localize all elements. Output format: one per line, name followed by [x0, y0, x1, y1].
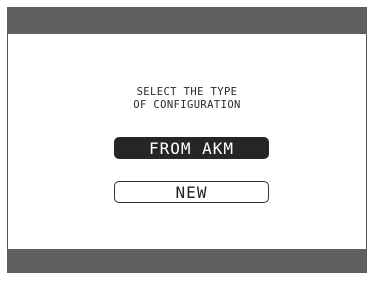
from-akm-label: FROM AKM	[148, 138, 235, 158]
new-label: NEW	[175, 182, 208, 202]
top-bar	[7, 7, 367, 34]
frame-border-left	[7, 34, 8, 249]
display-frame: SELECT THE TYPE OF CONFIGURATION FROM AK…	[7, 7, 367, 273]
configuration-prompt: SELECT THE TYPE OF CONFIGURATION	[7, 86, 367, 112]
prompt-line-1: SELECT THE TYPE	[136, 86, 238, 98]
prompt-line-2: OF CONFIGURATION	[133, 99, 241, 111]
display-screen: SELECT THE TYPE OF CONFIGURATION FROM AK…	[0, 0, 374, 282]
new-button[interactable]: NEW	[114, 181, 269, 203]
frame-border-right	[366, 34, 367, 249]
bottom-bar	[7, 249, 367, 273]
from-akm-button[interactable]: FROM AKM	[114, 137, 269, 159]
